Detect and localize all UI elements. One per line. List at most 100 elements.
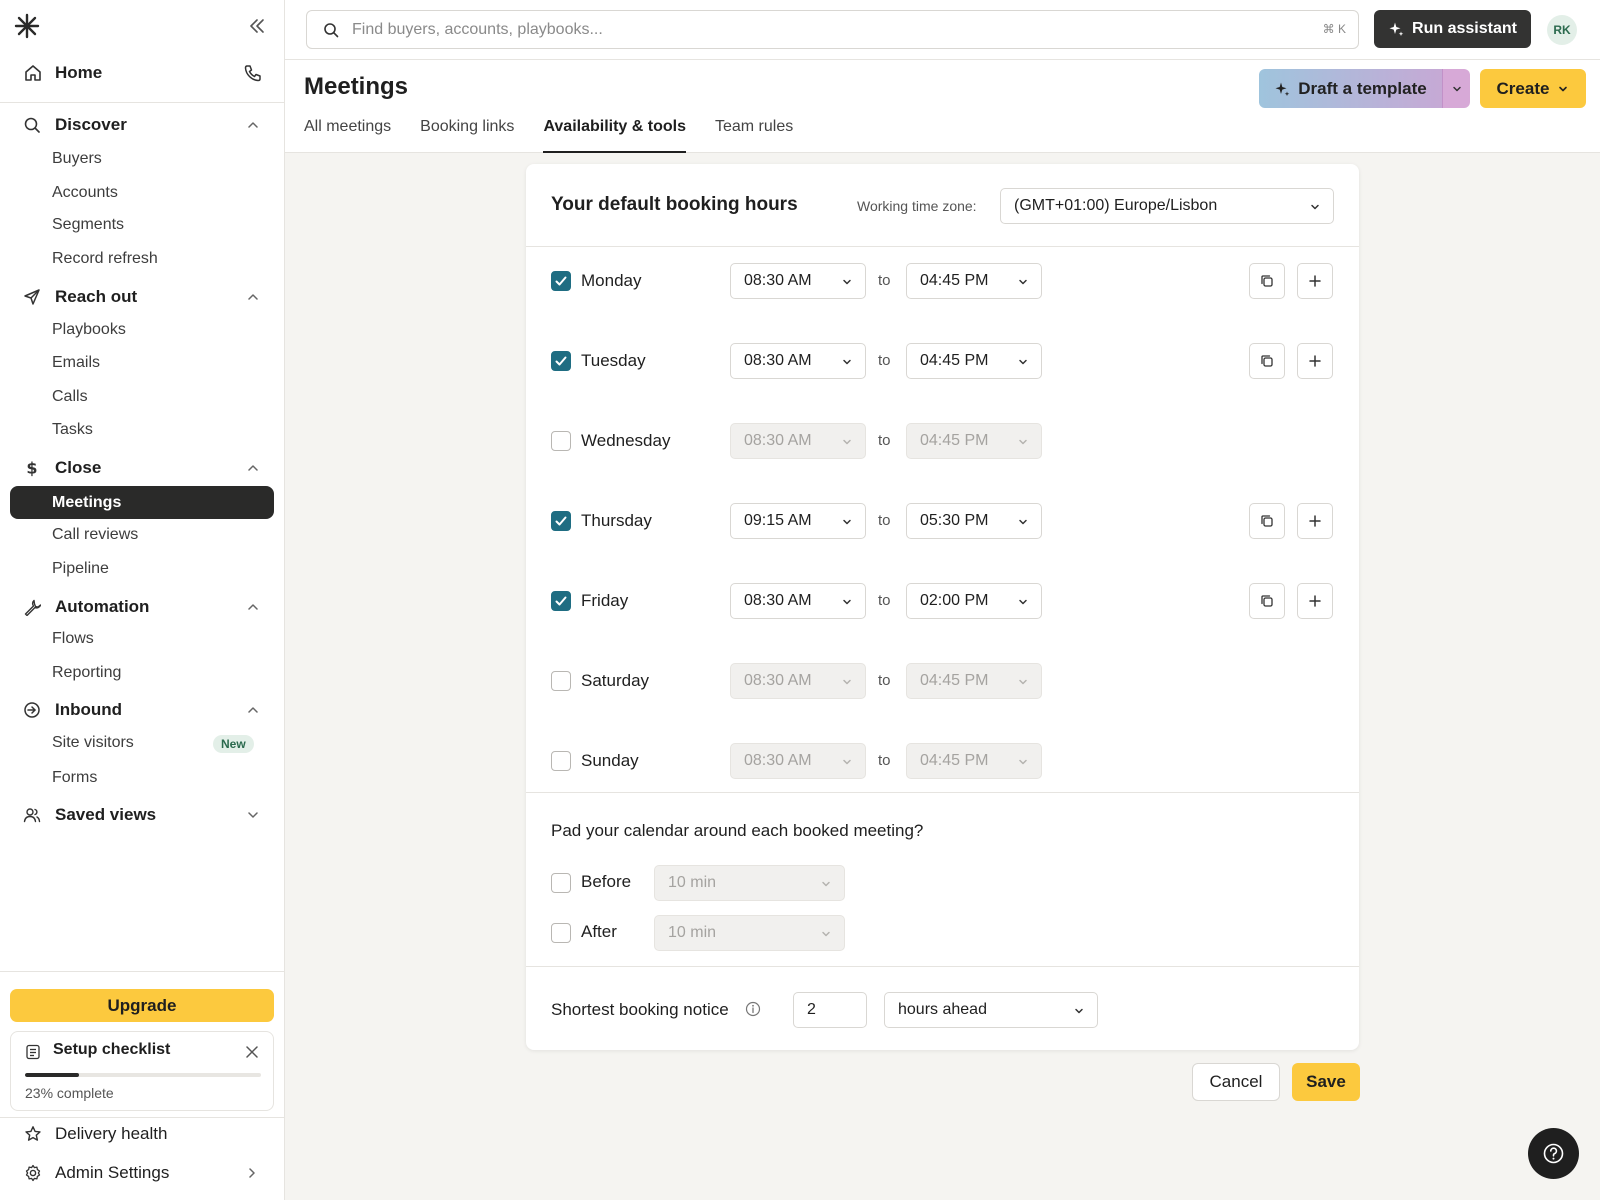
thursday-end-select[interactable]: 05:30 PM (906, 503, 1042, 539)
sidebar-item-reporting[interactable]: Reporting (52, 660, 121, 686)
phone-icon[interactable] (243, 63, 263, 83)
chevron-up-icon (246, 600, 260, 614)
thursday-add-button[interactable] (1297, 503, 1333, 539)
tab-booking-links[interactable]: Booking links (420, 118, 514, 153)
sidebar-section-reach-out[interactable]: Reach out (0, 282, 285, 312)
timezone-select[interactable]: (GMT+01:00) Europe/Lisbon (1000, 188, 1334, 224)
saturday-label: Saturday (581, 671, 650, 690)
users-icon (23, 806, 41, 824)
booking-notice-input[interactable] (793, 992, 867, 1028)
page-header: Meetings All meetings Booking links Avai… (285, 60, 1600, 153)
sidebar-item-meetings[interactable]: Meetings (10, 486, 274, 519)
sunday-start-select[interactable]: 08:30 AM (730, 743, 866, 779)
info-icon[interactable] (745, 1001, 761, 1017)
friday-end-select[interactable]: 02:00 PM (906, 583, 1042, 619)
chevron-down-icon (1309, 201, 1321, 213)
monday-copy-button[interactable] (1249, 263, 1285, 299)
collapse-sidebar-icon[interactable] (247, 16, 267, 36)
sunday-to-label: to (878, 752, 891, 769)
pad-after-checkbox[interactable] (551, 923, 571, 943)
sidebar-item-admin-settings[interactable]: Admin Settings (0, 1158, 285, 1188)
pad-after-select[interactable]: 10 min (654, 915, 845, 951)
create-button[interactable]: Create (1480, 69, 1586, 108)
sidebar-section-inbound[interactable]: Inbound (0, 695, 285, 725)
help-button[interactable] (1528, 1128, 1579, 1179)
sidebar-item-record-refresh[interactable]: Record refresh (52, 246, 158, 272)
thursday-checkbox[interactable] (551, 511, 571, 531)
card-divider (526, 966, 1359, 967)
sidebar-item-playbooks[interactable]: Playbooks (52, 317, 126, 343)
padding-question: Pad your calendar around each booked mee… (551, 821, 924, 840)
friday-start-select[interactable]: 08:30 AM (730, 583, 866, 619)
wednesday-end-select[interactable]: 04:45 PM (906, 423, 1042, 459)
monday-end-select[interactable]: 04:45 PM (906, 263, 1042, 299)
global-search[interactable]: ⌘ K (306, 10, 1359, 49)
asterisk-logo-icon[interactable] (14, 13, 40, 39)
friday-copy-button[interactable] (1249, 583, 1285, 619)
tuesday-add-button[interactable] (1297, 343, 1333, 379)
pad-before-select[interactable]: 10 min (654, 865, 845, 901)
tuesday-copy-button[interactable] (1249, 343, 1285, 379)
sidebar-section-label: Reach out (55, 287, 138, 306)
sunday-end-select[interactable]: 04:45 PM (906, 743, 1042, 779)
tuesday-end-select[interactable]: 04:45 PM (906, 343, 1042, 379)
sidebar-item-emails[interactable]: Emails (52, 350, 100, 376)
wednesday-checkbox[interactable] (551, 431, 571, 451)
draft-template-dropdown[interactable] (1442, 69, 1470, 108)
sidebar-section-saved-views[interactable]: Saved views (0, 800, 285, 830)
friday-checkbox[interactable] (551, 591, 571, 611)
save-button[interactable]: Save (1292, 1063, 1360, 1101)
search-input[interactable] (352, 11, 1252, 48)
tuesday-start-select[interactable]: 08:30 AM (730, 343, 866, 379)
friday-add-button[interactable] (1297, 583, 1333, 619)
monday-end-value: 04:45 PM (920, 272, 989, 289)
sunday-start-value: 08:30 AM (744, 752, 812, 769)
sidebar-section-automation[interactable]: Automation (0, 592, 285, 622)
tab-all-meetings[interactable]: All meetings (304, 118, 391, 153)
thursday-start-select[interactable]: 09:15 AM (730, 503, 866, 539)
booking-notice-unit-select[interactable]: hours ahead (884, 992, 1098, 1028)
sidebar-item-segments[interactable]: Segments (52, 212, 124, 238)
sidebar-item-forms[interactable]: Forms (52, 765, 97, 791)
wednesday-start-select[interactable]: 08:30 AM (730, 423, 866, 459)
sidebar-item-delivery-health[interactable]: Delivery health (0, 1119, 285, 1149)
home-icon (23, 63, 43, 83)
sparkle-icon (1388, 21, 1404, 37)
upgrade-button[interactable]: Upgrade (10, 989, 274, 1022)
draft-template-button[interactable]: Draft a template (1259, 69, 1442, 108)
thursday-copy-button[interactable] (1249, 503, 1285, 539)
tab-availability-tools[interactable]: Availability & tools (543, 118, 686, 153)
sidebar-divider (0, 971, 285, 972)
run-assistant-button[interactable]: Run assistant (1374, 10, 1531, 48)
close-icon[interactable] (245, 1045, 259, 1059)
monday-label: Monday (581, 271, 642, 290)
sidebar-section-discover[interactable]: Discover (0, 110, 285, 140)
sidebar-item-accounts[interactable]: Accounts (52, 180, 118, 206)
monday-add-button[interactable] (1297, 263, 1333, 299)
star-icon (24, 1125, 42, 1143)
tab-team-rules[interactable]: Team rules (715, 118, 793, 153)
saturday-end-select[interactable]: 04:45 PM (906, 663, 1042, 699)
sunday-checkbox[interactable] (551, 751, 571, 771)
sidebar-item-pipeline[interactable]: Pipeline (52, 556, 109, 582)
monday-checkbox[interactable] (551, 271, 571, 291)
monday-start-select[interactable]: 08:30 AM (730, 263, 866, 299)
sidebar-item-tasks[interactable]: Tasks (52, 417, 93, 443)
sidebar-section-close[interactable]: $ Close (0, 453, 285, 483)
checklist-icon (25, 1044, 41, 1060)
cancel-button[interactable]: Cancel (1192, 1063, 1280, 1101)
sidebar-item-buyers[interactable]: Buyers (52, 146, 102, 172)
pad-before-checkbox[interactable] (551, 873, 571, 893)
sidebar-item-flows[interactable]: Flows (52, 626, 94, 652)
sidebar-item-call-reviews[interactable]: Call reviews (52, 522, 138, 548)
tuesday-checkbox[interactable] (551, 351, 571, 371)
saturday-checkbox[interactable] (551, 671, 571, 691)
avatar[interactable]: RK (1547, 15, 1577, 45)
saturday-start-select[interactable]: 08:30 AM (730, 663, 866, 699)
setup-checklist-card[interactable]: Setup checklist 23% complete (10, 1031, 274, 1111)
chevron-down-icon (246, 808, 260, 822)
sidebar-item-site-visitors[interactable]: Site visitors (52, 730, 134, 756)
chevron-up-icon (246, 461, 260, 475)
sidebar-item-home[interactable]: Home (0, 57, 285, 89)
sidebar-item-calls[interactable]: Calls (52, 384, 88, 410)
